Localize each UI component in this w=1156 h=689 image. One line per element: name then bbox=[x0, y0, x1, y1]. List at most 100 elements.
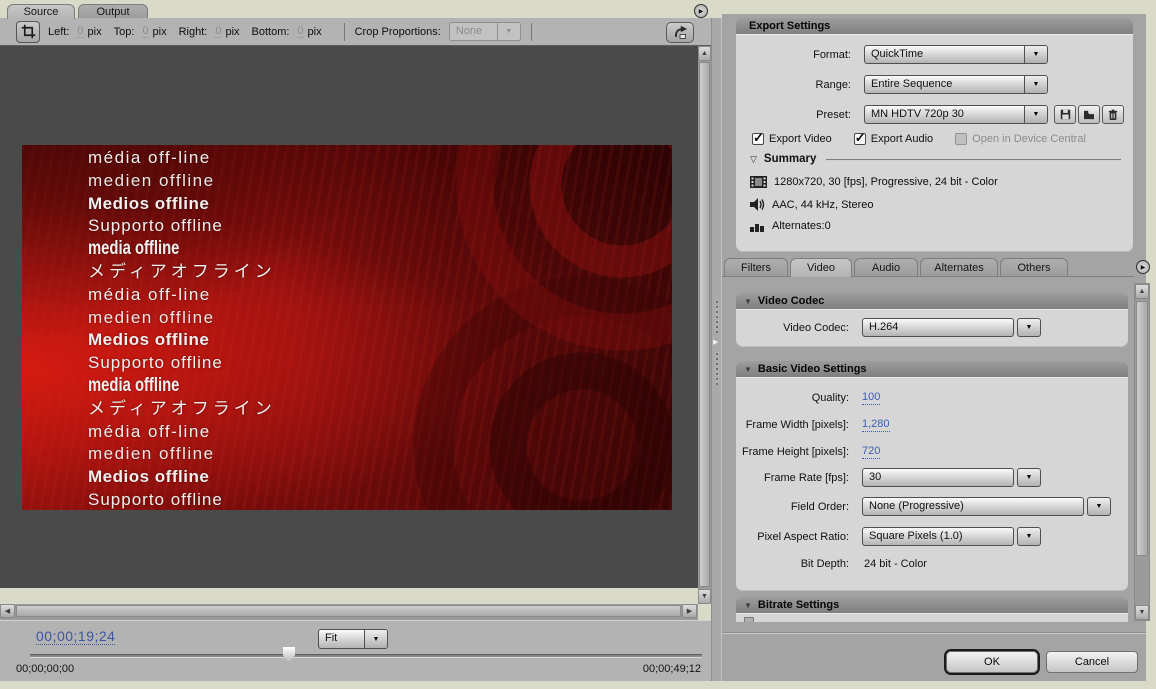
scroll-up-button[interactable]: ▲ bbox=[698, 46, 711, 61]
toolbar-divider bbox=[531, 23, 532, 41]
tab-others[interactable]: Others bbox=[1000, 258, 1068, 277]
tab-audio[interactable]: Audio bbox=[854, 258, 918, 277]
dropdown-arrow-icon[interactable]: ▼ bbox=[1087, 497, 1111, 516]
scrollbar-thumb[interactable] bbox=[699, 62, 710, 587]
tab-output[interactable]: Output bbox=[78, 4, 148, 19]
left-panel-menu-icon[interactable]: ▶ bbox=[694, 4, 708, 18]
splitter-grip bbox=[715, 300, 720, 333]
media-offline-image: média off-line medien offline Medios off… bbox=[22, 145, 672, 510]
save-preset-button[interactable] bbox=[1054, 105, 1076, 124]
tab-output-label: Output bbox=[96, 6, 129, 18]
crop-bottom-value[interactable]: 0 bbox=[297, 25, 303, 38]
summary-collapse-icon[interactable]: ▽ bbox=[750, 154, 757, 165]
crop-bottom-unit: pix bbox=[308, 26, 322, 38]
toolbar-divider bbox=[344, 23, 345, 41]
frame-width-value[interactable]: 1,280 bbox=[862, 418, 890, 432]
output-settings-button[interactable] bbox=[666, 22, 694, 43]
video-summary-icon bbox=[750, 176, 767, 188]
field-order-label: Field Order: bbox=[736, 501, 856, 513]
timeline-track[interactable] bbox=[30, 654, 702, 658]
frame-height-value[interactable]: 720 bbox=[862, 445, 880, 459]
bit-depth-value: 24 bit - Color bbox=[864, 558, 927, 570]
crop-top-unit: pix bbox=[153, 26, 167, 38]
preview-text-line: メディアオフライン bbox=[88, 261, 672, 284]
format-select[interactable]: QuickTime ▼ bbox=[864, 45, 1048, 64]
current-timecode[interactable]: 00;00;19;24 bbox=[36, 628, 115, 645]
preset-select[interactable]: MN HDTV 720p 30 ▼ bbox=[864, 105, 1048, 124]
delete-preset-button[interactable] bbox=[1102, 105, 1124, 124]
scroll-down-button[interactable]: ▼ bbox=[698, 589, 711, 604]
tab-video[interactable]: Video bbox=[790, 258, 852, 277]
scroll-left-button[interactable]: ◀ bbox=[0, 604, 15, 618]
scrollbar-thumb[interactable] bbox=[1136, 301, 1148, 556]
panel-splitter[interactable]: ▶ bbox=[711, 18, 722, 681]
open-in-device-central-checkbox bbox=[955, 133, 967, 145]
frame-rate-value: 30 bbox=[862, 468, 1014, 487]
cancel-button[interactable]: Cancel bbox=[1046, 651, 1138, 673]
zoom-level-select[interactable]: Fit ▼ bbox=[318, 629, 388, 649]
dropdown-arrow-icon: ▼ bbox=[364, 630, 387, 648]
dropdown-arrow-icon: ▼ bbox=[1024, 76, 1047, 93]
range-select[interactable]: Entire Sequence ▼ bbox=[864, 75, 1048, 94]
format-value: QuickTime bbox=[865, 46, 1024, 63]
section-collapse-icon: ▼ bbox=[744, 601, 752, 610]
frame-rate-select[interactable]: 30 ▼ bbox=[862, 468, 1041, 487]
summary-video-text: 1280x720, 30 [fps], Progressive, 24 bit … bbox=[774, 176, 998, 188]
tab-filters[interactable]: Filters bbox=[724, 258, 788, 277]
video-codec-header[interactable]: ▼ Video Codec bbox=[736, 293, 1128, 309]
pixel-aspect-ratio-select[interactable]: Square Pixels (1.0) ▼ bbox=[862, 527, 1041, 546]
preset-value: MN HDTV 720p 30 bbox=[865, 106, 1024, 123]
splitter-grip bbox=[715, 352, 720, 385]
frame-rate-label: Frame Rate [fps]: bbox=[736, 472, 856, 484]
preview-vertical-scrollbar[interactable]: ▲ ▼ bbox=[698, 46, 711, 604]
format-label: Format: bbox=[736, 49, 858, 61]
preview-text-line: medien offline bbox=[88, 170, 672, 193]
dropdown-arrow-icon[interactable]: ▼ bbox=[1017, 468, 1041, 487]
crop-right-value[interactable]: 0 bbox=[215, 25, 221, 38]
preview-text-line: media offline bbox=[88, 238, 544, 261]
export-video-checkbox[interactable]: ✓ bbox=[752, 133, 764, 145]
ok-button-label: OK bbox=[984, 656, 1000, 668]
dropdown-arrow-icon[interactable]: ▼ bbox=[1017, 318, 1041, 337]
settings-panel-menu-icon[interactable]: ▶ bbox=[1136, 260, 1150, 274]
preview-text-line: medien offline bbox=[88, 443, 672, 466]
field-order-value: None (Progressive) bbox=[862, 497, 1084, 516]
scrollbar-thumb[interactable] bbox=[16, 605, 681, 617]
crop-left-value[interactable]: 0 bbox=[77, 25, 83, 38]
crop-top-value[interactable]: 0 bbox=[142, 25, 148, 38]
flyout-play-icon: ▶ bbox=[699, 8, 704, 15]
preview-horizontal-scrollbar[interactable]: ◀ ▶ bbox=[0, 604, 698, 620]
pixel-aspect-ratio-value: Square Pixels (1.0) bbox=[862, 527, 1014, 546]
video-codec-select[interactable]: H.264 ▼ bbox=[862, 318, 1041, 337]
preview-text-line: Supporto offline bbox=[88, 489, 672, 510]
tab-source[interactable]: Source bbox=[7, 4, 75, 19]
scroll-right-button[interactable]: ▶ bbox=[682, 604, 697, 618]
field-order-select[interactable]: None (Progressive) ▼ bbox=[862, 497, 1111, 516]
splitter-arrow-icon: ▶ bbox=[713, 338, 718, 346]
playhead-handle[interactable] bbox=[283, 647, 295, 662]
basic-video-settings-header[interactable]: ▼ Basic Video Settings bbox=[736, 361, 1128, 377]
export-audio-checkbox[interactable]: ✓ bbox=[854, 133, 866, 145]
trash-icon bbox=[1108, 109, 1118, 121]
preview-text-line: medien offline bbox=[88, 307, 672, 330]
video-codec-value: H.264 bbox=[862, 318, 1014, 337]
export-video-label: Export Video bbox=[769, 133, 832, 145]
dropdown-arrow-icon: ▼ bbox=[497, 23, 520, 40]
dropdown-arrow-icon[interactable]: ▼ bbox=[1017, 527, 1041, 546]
summary-divider bbox=[826, 159, 1121, 160]
quality-value[interactable]: 100 bbox=[862, 391, 880, 405]
scroll-up-button[interactable]: ▲ bbox=[1135, 284, 1149, 299]
preview-text-line: Medios offline bbox=[88, 329, 672, 352]
import-preset-button[interactable] bbox=[1078, 105, 1100, 124]
settings-vertical-scrollbar[interactable]: ▲ ▼ bbox=[1134, 283, 1150, 621]
crop-top-label: Top: bbox=[114, 26, 135, 38]
ok-button[interactable]: OK bbox=[946, 651, 1038, 673]
bitrate-settings-box bbox=[736, 613, 1128, 622]
preview-text-line: Supporto offline bbox=[88, 215, 672, 238]
crop-button[interactable] bbox=[16, 21, 40, 43]
pixel-aspect-ratio-label: Pixel Aspect Ratio: bbox=[736, 531, 856, 543]
bitrate-settings-header[interactable]: ▼ Bitrate Settings bbox=[736, 597, 1128, 613]
tab-alternates[interactable]: Alternates bbox=[920, 258, 998, 277]
dropdown-arrow-icon: ▼ bbox=[1024, 46, 1047, 63]
scroll-down-button[interactable]: ▼ bbox=[1135, 605, 1149, 620]
